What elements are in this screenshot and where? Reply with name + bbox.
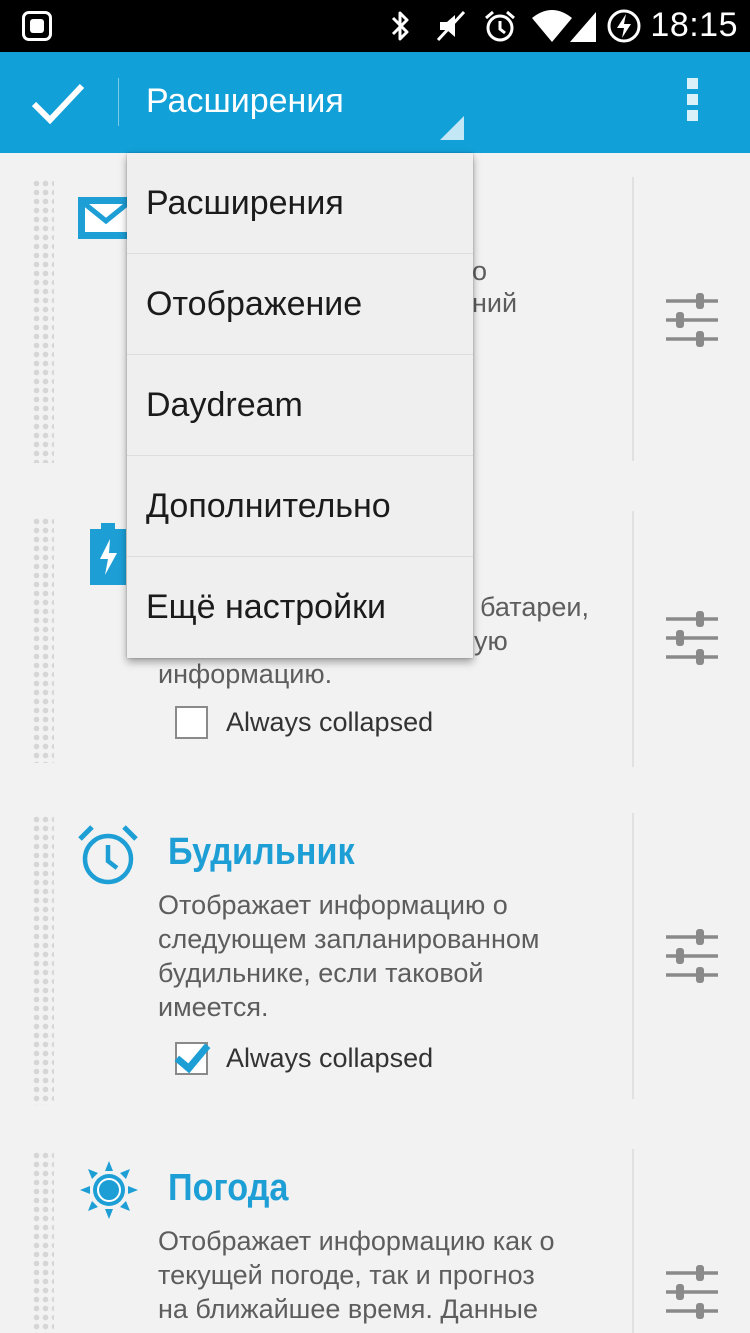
card-separator — [632, 1149, 634, 1333]
extension-description: информацию. — [158, 659, 333, 689]
signal-icon — [568, 8, 598, 44]
bluetooth-icon — [388, 8, 414, 44]
status-bar: 18:15 — [0, 0, 750, 52]
settings-sliders-icon[interactable] — [664, 293, 720, 347]
extension-description: ний — [472, 288, 518, 318]
always-collapsed-option[interactable]: Always collapsed — [175, 704, 433, 740]
action-bar: Расширения — [0, 52, 750, 153]
overflow-menu-icon[interactable] — [680, 78, 704, 128]
extension-description: Отображает информацию о следующем заплан… — [158, 888, 618, 1024]
clock-time: 18:15 — [650, 6, 738, 44]
menu-item-more-settings[interactable]: Ещё настройки — [127, 557, 473, 658]
always-collapsed-label: Always collapsed — [226, 1042, 434, 1073]
always-collapsed-option[interactable]: Always collapsed — [175, 1040, 433, 1076]
settings-sliders-icon[interactable] — [664, 611, 720, 665]
extension-description: ую — [474, 626, 508, 656]
description-line: текущей погоде, так и прогноз — [158, 1260, 535, 1290]
alarm-clock-icon — [76, 823, 138, 885]
card-separator — [632, 511, 634, 767]
section-spinner-title[interactable]: Расширения — [146, 82, 344, 121]
extension-card-alarm: Будильник Отображает информацию о следую… — [0, 809, 750, 1109]
card-separator — [632, 813, 634, 1099]
alarm-icon — [482, 8, 518, 44]
description-line: Отображает информацию как о — [158, 1226, 555, 1256]
card-separator — [632, 177, 634, 461]
menu-item-daydream[interactable]: Daydream — [127, 355, 473, 456]
extension-description: Отображает информацию как о текущей пого… — [158, 1224, 618, 1326]
menu-item-extensions[interactable]: Расширения — [127, 153, 473, 254]
extension-title: Будильник — [168, 831, 355, 873]
section-dropdown-menu: Расширения Отображение Daydream Дополнит… — [127, 153, 473, 658]
settings-sliders-icon[interactable] — [664, 929, 720, 983]
extension-card-weather: Погода Отображает информацию как о текущ… — [0, 1145, 750, 1333]
spinner-indicator-icon[interactable] — [440, 116, 464, 140]
settings-sliders-icon[interactable] — [664, 1265, 720, 1319]
extension-description: батареи, — [480, 592, 589, 622]
battery-icon — [88, 523, 128, 585]
mute-icon — [434, 8, 468, 44]
app-notification-icon — [22, 11, 52, 41]
weather-sun-icon — [80, 1161, 142, 1223]
always-collapsed-checkbox[interactable] — [175, 1041, 208, 1075]
action-bar-divider — [118, 78, 119, 126]
check-icon[interactable] — [28, 78, 88, 128]
extension-title: Погода — [168, 1167, 289, 1209]
description-line: на ближайшее время. Данные — [158, 1294, 538, 1324]
description-line: Отображает информацию о — [158, 890, 508, 920]
drag-handle[interactable] — [32, 517, 54, 763]
menu-item-display[interactable]: Отображение — [127, 254, 473, 355]
always-collapsed-label: Always collapsed — [226, 706, 434, 737]
always-collapsed-checkbox[interactable] — [175, 705, 208, 739]
drag-handle[interactable] — [32, 1151, 54, 1333]
menu-item-advanced[interactable]: Дополнительно — [127, 456, 473, 557]
description-line: следующем запланированном — [158, 924, 540, 954]
drag-handle[interactable] — [32, 179, 54, 463]
description-line: будильнике, если таковой — [158, 958, 484, 988]
battery-charging-icon — [606, 8, 642, 44]
drag-handle[interactable] — [32, 815, 54, 1105]
extension-description: о — [472, 256, 488, 286]
description-line: имеется. — [158, 992, 269, 1022]
